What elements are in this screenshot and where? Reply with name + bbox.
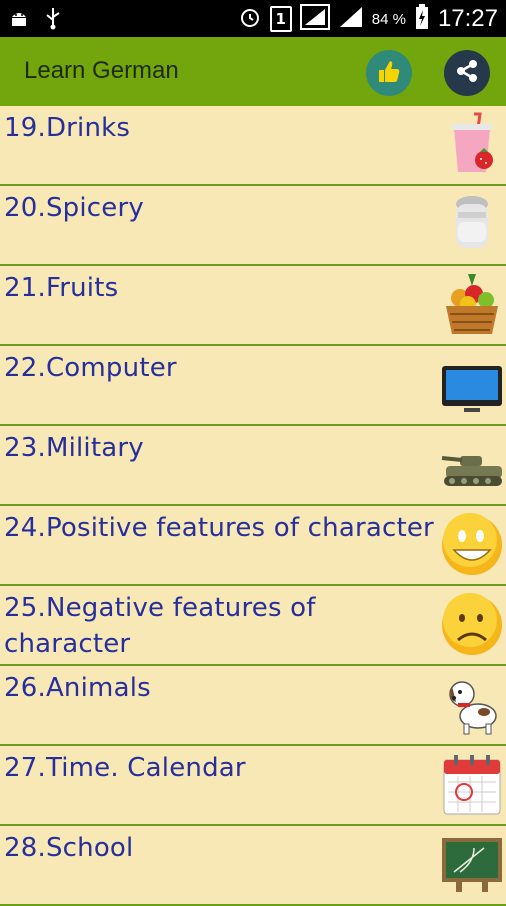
alarm-icon xyxy=(238,5,262,33)
list-item[interactable]: 28.School xyxy=(0,826,506,906)
signal-icon xyxy=(299,4,330,34)
android-icon xyxy=(8,7,30,33)
list-item-label: 23.Military xyxy=(4,433,144,463)
list-item-label: 24.Positive features of character xyxy=(4,513,434,543)
list-item[interactable]: 26.Animals xyxy=(0,666,506,746)
battery-charging-icon xyxy=(414,4,430,34)
list-item-label: 19.Drinks xyxy=(4,113,131,143)
signal-icon-2 xyxy=(338,5,364,33)
list-item-label: 27.Time. Calendar xyxy=(4,753,246,783)
dog-icon xyxy=(440,672,504,738)
app-title: Learn German xyxy=(24,57,179,84)
battery-percent: 84 % xyxy=(371,10,406,28)
list-item[interactable]: 23.Military xyxy=(0,426,506,506)
smile-icon xyxy=(440,512,504,578)
list-item-label: 20.Spicery xyxy=(4,193,144,223)
topic-list: 19.Drinks 20.Spicery 21.Fruits 22.Comput… xyxy=(0,106,506,906)
list-item-label: 22.Computer xyxy=(4,353,177,383)
chalkboard-icon xyxy=(440,832,504,898)
list-item-label: 28.School xyxy=(4,833,134,863)
list-item[interactable]: 19.Drinks xyxy=(0,106,506,186)
list-item-label: 26.Animals xyxy=(4,673,151,703)
monitor-icon xyxy=(440,352,504,418)
list-item[interactable]: 27.Time. Calendar xyxy=(0,746,506,826)
drink-icon xyxy=(440,112,504,178)
status-bar: 1 84 % 17:27 xyxy=(0,0,506,37)
list-item[interactable]: 22.Computer xyxy=(0,346,506,426)
list-item[interactable]: 24.Positive features of character xyxy=(0,506,506,586)
share-icon xyxy=(454,58,480,88)
share-button[interactable] xyxy=(444,50,490,96)
list-item[interactable]: 21.Fruits xyxy=(0,266,506,346)
list-item[interactable]: 20.Spicery xyxy=(0,186,506,266)
tank-icon xyxy=(440,432,504,498)
like-button[interactable] xyxy=(366,50,412,96)
list-item-label: 25.Negative features of character xyxy=(4,593,316,659)
sad-face-icon xyxy=(440,592,504,658)
usb-icon xyxy=(44,6,62,34)
app-bar: Learn German xyxy=(0,37,506,106)
calendar-icon xyxy=(440,752,504,818)
thumbs-up-icon xyxy=(376,58,402,88)
list-item-label: 21.Fruits xyxy=(4,273,119,303)
clock: 17:27 xyxy=(437,5,498,32)
sim-1-icon: 1 xyxy=(269,6,292,32)
list-item[interactable]: 25.Negative features of character xyxy=(0,586,506,666)
salt-shaker-icon xyxy=(440,192,504,258)
fruit-basket-icon xyxy=(440,272,504,338)
